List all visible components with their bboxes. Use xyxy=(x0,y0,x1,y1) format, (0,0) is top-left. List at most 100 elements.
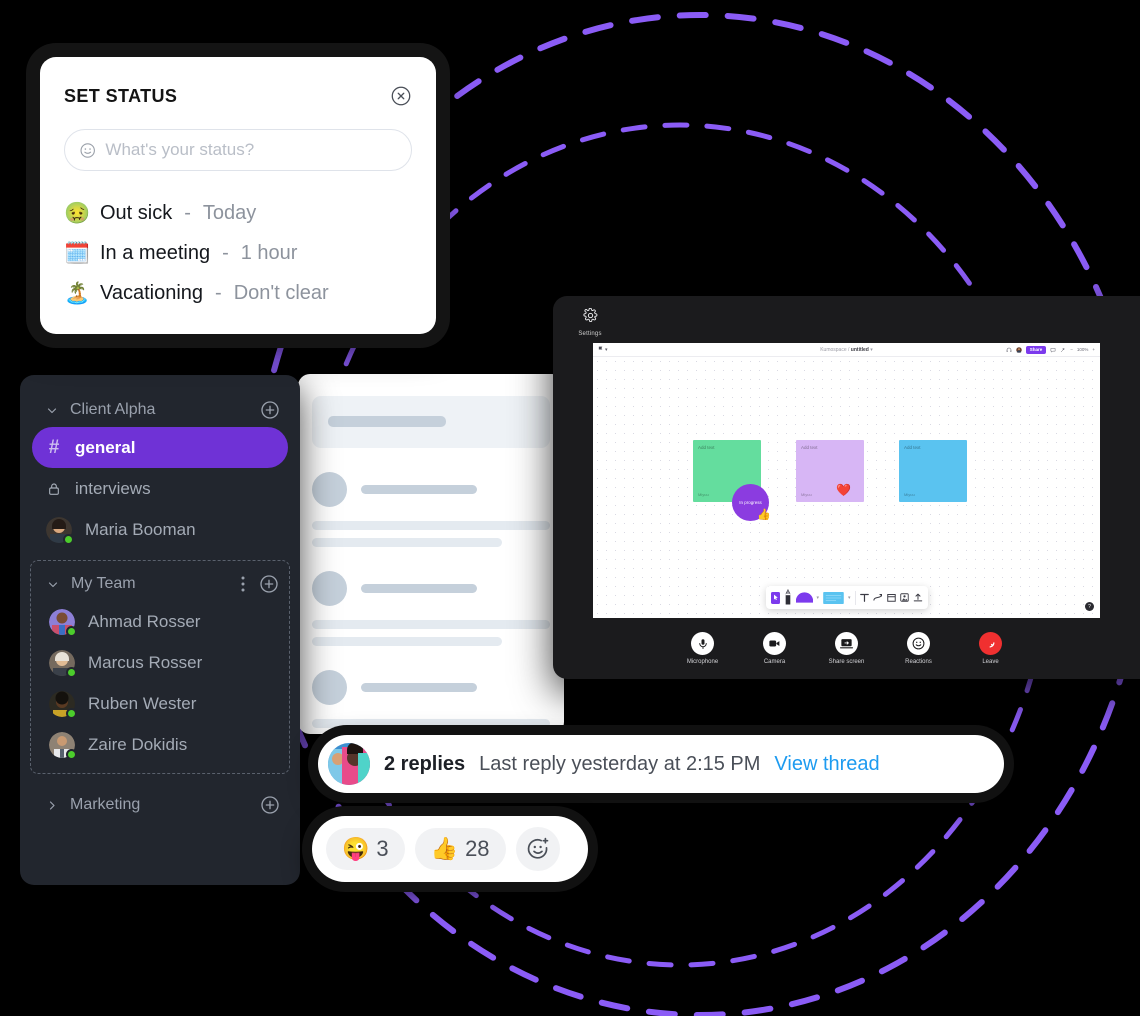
connector-icon[interactable] xyxy=(872,593,883,602)
skeleton-name xyxy=(361,683,477,692)
calendar-emoji: 🗓️ xyxy=(64,241,91,265)
status-option-duration: Don't clear xyxy=(233,281,329,304)
sidebar-item-label: Maria Booman xyxy=(85,519,196,539)
phone-hangup-icon xyxy=(989,641,994,648)
skeleton-banner xyxy=(312,396,550,448)
kebab-menu-icon[interactable] xyxy=(241,576,247,592)
skeleton-line xyxy=(312,521,550,530)
skeleton-avatar xyxy=(312,472,347,507)
whiteboard-toolbar: ▾ ▾ xyxy=(765,586,928,609)
add-reaction-button[interactable] xyxy=(515,827,560,871)
sidebar-item-interviews[interactable]: interviews xyxy=(32,468,288,509)
sidebar-item-marcus-rosser[interactable]: Marcus Rosser xyxy=(35,642,285,683)
sidebar-section-label: Client Alpha xyxy=(70,401,156,418)
my-team-group: My Team Ahmad Rosser Marcus Rosser Ruben… xyxy=(30,560,290,774)
image-icon[interactable] xyxy=(899,593,909,602)
thread-replies-bar[interactable]: 2 replies Last reply yesterday at 2:15 P… xyxy=(318,735,1004,793)
sidebar-item-maria-booman[interactable]: Maria Booman xyxy=(32,509,288,550)
sticky-note-icon[interactable] xyxy=(823,591,844,604)
skeleton-line xyxy=(312,719,550,728)
chevron-down-icon[interactable] xyxy=(46,404,58,417)
status-option-duration: Today xyxy=(202,201,257,224)
sidebar-section-client-alpha[interactable]: Client Alpha xyxy=(20,393,300,427)
microphone-button[interactable]: Microphone xyxy=(675,632,731,665)
sticky-note[interactable]: Add text Miyuu xyxy=(796,440,864,502)
reactions-button[interactable]: Reactions xyxy=(891,632,947,665)
reaction-pill[interactable]: 👍 28 xyxy=(414,828,506,870)
text-icon[interactable] xyxy=(859,593,869,602)
skeleton-message xyxy=(312,571,550,646)
share-screen-button[interactable]: Share screen xyxy=(819,632,875,665)
status-preset-option[interactable]: 🗓️ In a meeting - 1 hour xyxy=(64,233,412,273)
sidebar-section-my-team[interactable]: My Team xyxy=(31,567,289,601)
plus-circle-icon[interactable] xyxy=(259,574,279,594)
view-thread-link[interactable]: View thread xyxy=(774,753,879,776)
status-option-dash: - xyxy=(215,281,222,304)
avatar xyxy=(49,649,77,678)
status-option-dash: - xyxy=(184,201,191,224)
sidebar-section-marketing[interactable]: Marketing xyxy=(20,788,300,822)
thumbs-up-cursor-icon: 👍 xyxy=(757,509,771,521)
share-screen-icon xyxy=(840,639,853,649)
status-option-dash: - xyxy=(222,241,229,264)
status-preset-option[interactable]: 🏝️ Vacationing - Don't clear xyxy=(64,273,412,313)
sidebar-item-ruben-wester[interactable]: Ruben Wester xyxy=(35,683,285,724)
skeleton-name xyxy=(361,485,477,494)
sticky-note-title: Add text xyxy=(904,445,921,450)
close-circle-icon[interactable] xyxy=(390,85,412,107)
settings-button[interactable]: Settings xyxy=(568,307,612,337)
status-preset-option[interactable]: 🤢 Out sick - Today xyxy=(64,193,412,233)
sticky-note[interactable]: Add text Miyuu xyxy=(899,440,967,502)
hash-icon: # xyxy=(48,436,60,458)
upload-icon[interactable] xyxy=(913,593,923,602)
sidebar-item-general[interactable]: # general xyxy=(32,427,288,468)
lock-icon xyxy=(46,481,62,497)
whiteboard-header: ▾ Kumospace / untitled ▾ Share − 100% + xyxy=(593,343,1100,357)
control-label: Leave xyxy=(982,659,999,665)
avatar xyxy=(49,608,77,637)
status-input[interactable] xyxy=(105,140,397,160)
reaction-count: 28 xyxy=(465,836,490,861)
frame-icon[interactable] xyxy=(886,593,896,602)
leave-call-button[interactable]: Leave xyxy=(963,632,1019,665)
reaction-count: 3 xyxy=(376,836,389,861)
chevron-down-icon[interactable]: ▾ xyxy=(870,347,873,353)
status-input-wrap[interactable] xyxy=(64,129,412,171)
settings-label: Settings xyxy=(578,331,602,337)
avatar xyxy=(328,743,370,785)
skeleton-name xyxy=(361,584,477,593)
sidebar-item-ahmad-rosser[interactable]: Ahmad Rosser xyxy=(35,601,285,642)
message-list-skeleton xyxy=(298,374,564,734)
plus-circle-icon[interactable] xyxy=(260,795,280,815)
control-label: Reactions xyxy=(905,659,932,665)
message-reactions-bar: 😜 3 👍 28 xyxy=(312,816,588,882)
island-emoji: 🏝️ xyxy=(64,281,91,305)
sticky-note-author: Miyuu xyxy=(698,492,709,497)
plus-circle-icon[interactable] xyxy=(260,400,280,420)
chevron-down-icon[interactable]: ▾ xyxy=(848,595,851,601)
presence-online-dot xyxy=(63,533,74,545)
sidebar-item-label: general xyxy=(75,437,136,457)
control-label: Camera xyxy=(763,659,786,665)
sidebar-item-zaire-dokidis[interactable]: Zaire Dokidis xyxy=(35,724,285,765)
cursor-icon[interactable] xyxy=(770,591,780,604)
presence-online-dot xyxy=(66,707,77,719)
control-label: Microphone xyxy=(686,659,719,665)
shape-icon[interactable] xyxy=(795,592,813,603)
chevron-down-icon[interactable]: ▾ xyxy=(816,595,819,601)
chevron-right-icon[interactable] xyxy=(46,799,58,812)
chevron-down-icon[interactable] xyxy=(47,578,59,591)
help-button[interactable]: ? xyxy=(1085,602,1094,611)
skeleton-line xyxy=(312,538,503,547)
sidebar-section-label: My Team xyxy=(71,575,136,592)
sidebar-section-label: Marketing xyxy=(70,796,141,813)
whiteboard-canvas[interactable]: ▾ Kumospace / untitled ▾ Share − 100% + … xyxy=(593,343,1100,618)
status-option-label: In a meeting xyxy=(100,241,211,264)
reaction-pill[interactable]: 😜 3 xyxy=(326,828,405,870)
sidebar-item-label: Zaire Dokidis xyxy=(88,734,188,754)
camera-button[interactable]: Camera xyxy=(747,632,803,665)
toolbar-divider xyxy=(854,590,856,605)
sticky-note-title: Add text xyxy=(698,445,715,450)
smiley-icon xyxy=(912,637,925,650)
pen-icon[interactable] xyxy=(783,589,791,606)
